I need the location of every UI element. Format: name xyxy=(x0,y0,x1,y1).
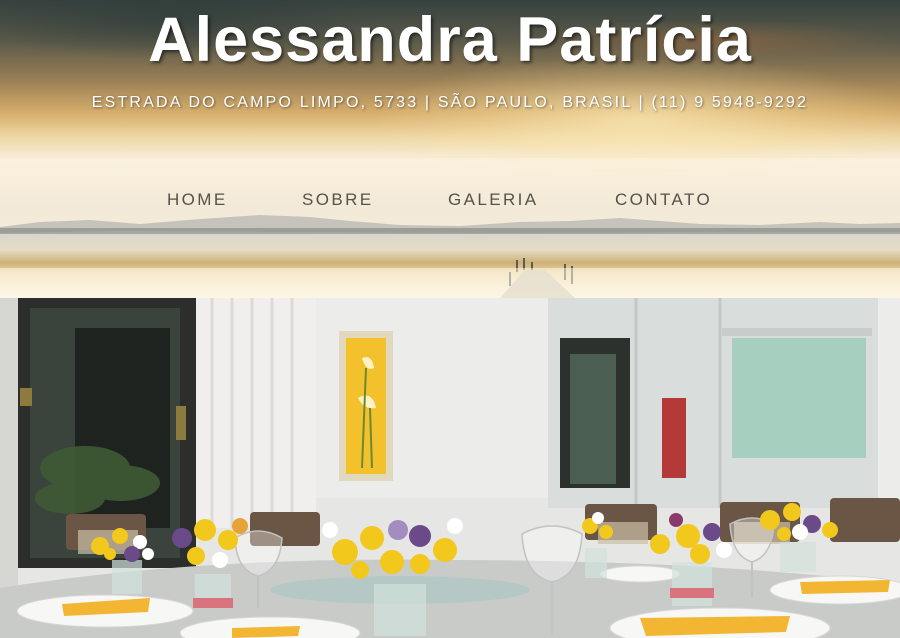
nav-item-home[interactable]: HOME xyxy=(167,190,228,210)
dining-room-photo xyxy=(0,298,900,638)
nav-item-sobre[interactable]: SOBRE xyxy=(302,190,374,210)
nav-item-galeria[interactable]: GALERIA xyxy=(448,190,539,210)
nav-lower-strip xyxy=(0,268,900,298)
site-title: Alessandra Patrícia xyxy=(148,5,752,75)
main-nav: HOME SOBRE GALERIA CONTATO xyxy=(0,190,900,214)
page: Alessandra Patrícia ESTRADA DO CAMPO LIM… xyxy=(0,0,900,638)
nav-item-contato[interactable]: CONTATO xyxy=(615,190,712,210)
site-contact-info: ESTRADA DO CAMPO LIMPO, 5733 | SÃO PAULO… xyxy=(91,94,809,111)
header-hero: Alessandra Patrícia ESTRADA DO CAMPO LIM… xyxy=(0,0,900,298)
dining-room-illustration xyxy=(0,298,900,638)
